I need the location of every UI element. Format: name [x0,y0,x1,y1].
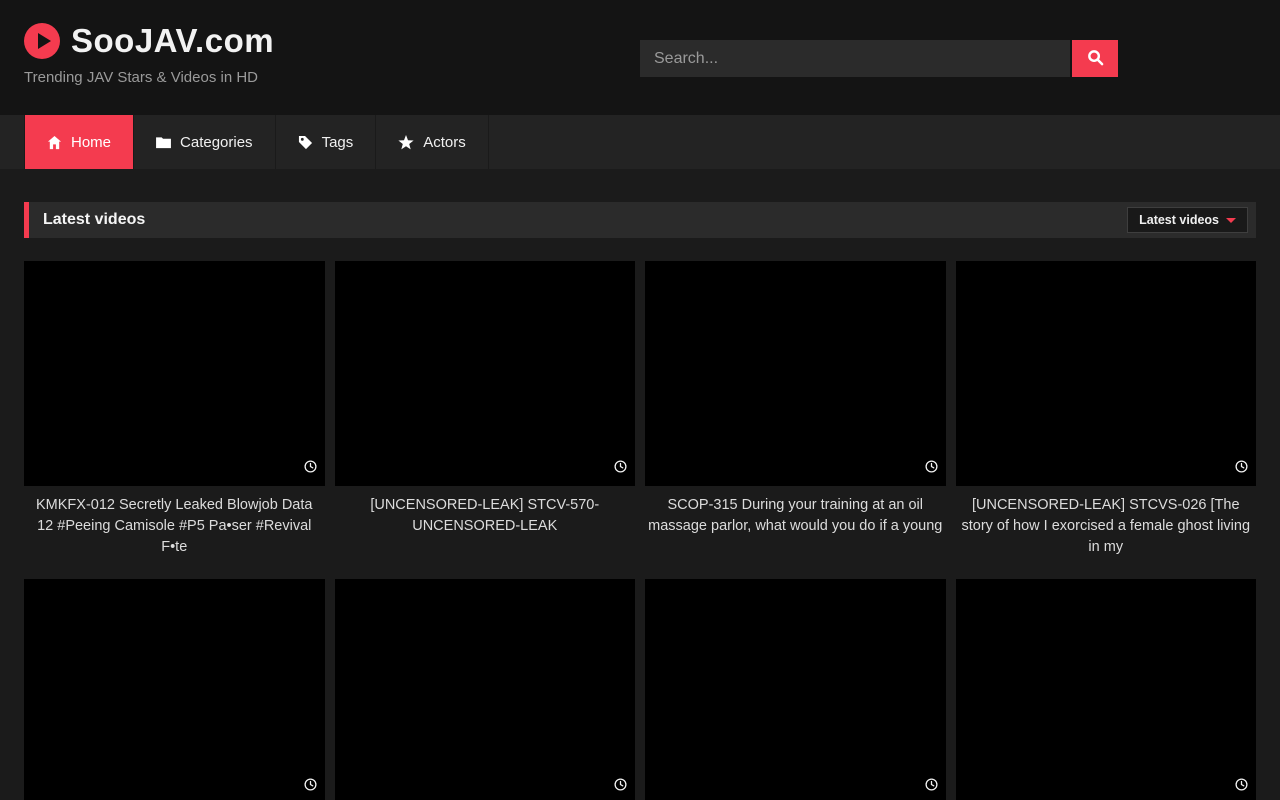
video-thumbnail[interactable] [24,261,325,486]
video-card[interactable]: SCOP-315 During your training at an oil … [645,261,946,558]
folder-icon [156,136,171,149]
section-header: Latest videos Latest videos [24,202,1256,238]
nav-item-label: Categories [180,134,253,151]
video-thumbnail[interactable] [335,579,636,800]
video-card[interactable]: [UNCENSORED-LEAK] MXGS-1296 Absolutely [335,579,636,800]
site-logo-text[interactable]: SooJAV.com [71,22,274,60]
main-nav: Home Categories Tags Actors [0,115,1280,169]
brand[interactable]: SooJAV.com Trending JAV Stars & Videos i… [24,22,274,86]
video-title[interactable]: SCOP-315 During your training at an oil … [645,495,946,537]
video-title[interactable]: [UNCENSORED-LEAK] STCVS-026 [The story o… [956,495,1257,558]
video-thumbnail[interactable] [645,579,946,800]
clock-icon [614,460,627,478]
search-button[interactable] [1072,40,1118,77]
sort-dropdown-label: Latest videos [1139,213,1219,227]
sort-dropdown-button[interactable]: Latest videos [1127,207,1248,233]
video-thumbnail[interactable] [335,261,636,486]
video-grid: KMKFX-012 Secretly Leaked Blowjob Data 1… [24,261,1256,800]
video-card[interactable]: [UNCENSORED-LEAK] STCVS-026 [The story o… [956,261,1257,558]
site-header: SooJAV.com Trending JAV Stars & Videos i… [0,0,1280,115]
clock-icon [614,778,627,796]
video-card[interactable]: NAMH-042 H Cup Big Tits Newcomer (170cm … [24,579,325,800]
video-card[interactable]: UPSM-186 Girl @ Era Alice [956,579,1257,800]
clock-icon [925,778,938,796]
nav-item-label: Home [71,134,111,151]
play-logo-icon [24,23,60,59]
video-thumbnail[interactable] [645,261,946,486]
search-input[interactable] [640,40,1070,77]
accent-strip [24,202,29,238]
search-bar [640,40,1118,77]
search-icon [1087,49,1104,69]
nav-item-actors[interactable]: Actors [376,115,489,169]
clock-icon [1235,778,1248,796]
video-card[interactable]: [UNCENSORED-LEAK] MLA-231 [2 shots in [645,579,946,800]
video-title[interactable]: KMKFX-012 Secretly Leaked Blowjob Data 1… [24,495,325,558]
video-thumbnail[interactable] [24,579,325,800]
video-thumbnail[interactable] [956,261,1257,486]
home-icon [47,135,62,150]
site-tagline: Trending JAV Stars & Videos in HD [24,69,274,86]
section-title: Latest videos [43,211,145,229]
video-title[interactable]: [UNCENSORED-LEAK] STCV-570-UNCENSORED-LE… [335,495,636,537]
video-thumbnail[interactable] [956,579,1257,800]
video-card[interactable]: KMKFX-012 Secretly Leaked Blowjob Data 1… [24,261,325,558]
nav-item-label: Tags [322,134,354,151]
nav-item-categories[interactable]: Categories [134,115,276,169]
clock-icon [1235,460,1248,478]
main-content: Latest videos Latest videos KMKFX-012 Se… [24,202,1256,800]
clock-icon [925,460,938,478]
nav-item-home[interactable]: Home [24,115,134,169]
clock-icon [304,778,317,796]
video-card[interactable]: [UNCENSORED-LEAK] STCV-570-UNCENSORED-LE… [335,261,636,558]
star-icon [398,135,414,150]
chevron-down-icon [1226,218,1236,223]
nav-item-label: Actors [423,134,466,151]
nav-item-tags[interactable]: Tags [276,115,377,169]
tag-icon [298,135,313,150]
clock-icon [304,460,317,478]
